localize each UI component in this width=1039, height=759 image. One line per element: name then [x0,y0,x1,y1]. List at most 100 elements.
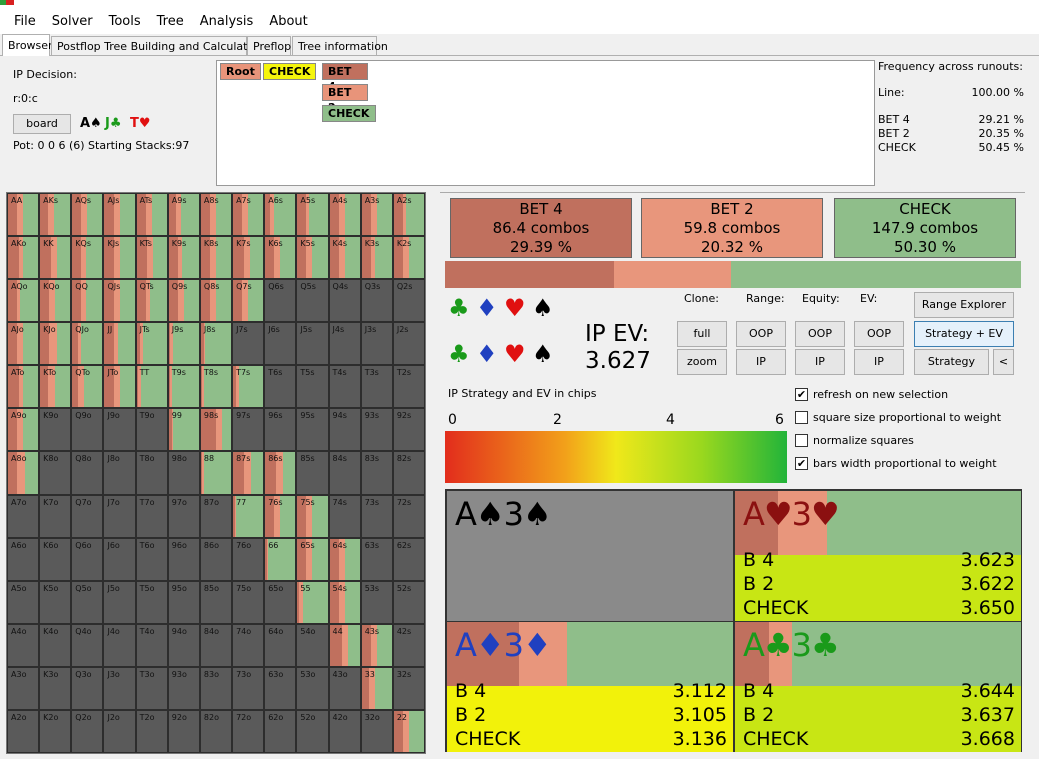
hand-cell-A3o[interactable]: A3o [7,666,40,710]
hand-cell-K4o[interactable]: K4o [39,623,72,667]
equity-ip-button[interactable]: IP [795,349,845,375]
hand-cell-T8s[interactable]: T8s [199,365,233,409]
hand-cell-42s[interactable]: 42s [392,623,425,667]
hand-cell-95o[interactable]: 95o [167,580,200,624]
hand-cell-66[interactable]: 66 [264,537,297,581]
hand-cell-73s[interactable]: 73s [360,494,393,538]
hand-cell-98o[interactable]: 98o [167,451,200,495]
hand-cell-22[interactable]: 22 [392,709,425,753]
hand-cell-43o[interactable]: 43o [328,666,361,710]
hand-cell-83s[interactable]: 83s [360,451,393,495]
hand-cell-86o[interactable]: 86o [199,537,233,581]
hand-cell-92o[interactable]: 92o [167,709,200,753]
tree-node-root[interactable]: Root [220,63,261,80]
hand-cell-J2s[interactable]: J2s [392,322,425,366]
option-square-size[interactable]: square size proportional to weight [795,411,1001,424]
hand-cell-A2o[interactable]: A2o [7,709,40,753]
hand-cell-K5s[interactable]: K5s [296,236,329,280]
runout-cell[interactable]: B 4 3.644 B 2 3.637 CHECK 3.668 A♣3♣ [735,622,1021,752]
hand-cell-T9o[interactable]: T9o [135,408,168,452]
hand-cell-K4s[interactable]: K4s [328,236,361,280]
hand-cell-93o[interactable]: 93o [167,666,200,710]
hand-cell-T4o[interactable]: T4o [135,623,168,667]
hand-cell-AKo[interactable]: AKo [7,236,40,280]
tree-node-check[interactable]: CHECK [263,63,317,80]
hand-cell-52o[interactable]: 52o [296,709,329,753]
hand-cell-64o[interactable]: 64o [264,623,297,667]
suit-filter-spade-icon[interactable]: ♠ [532,340,554,368]
action-summary-bet4[interactable]: BET 4 86.4 combos 29.39 % [450,198,632,258]
hand-cell-55[interactable]: 55 [296,580,329,624]
hand-cell-A9s[interactable]: A9s [167,193,200,237]
hand-cell-K6o[interactable]: K6o [39,537,72,581]
hand-cell-T6s[interactable]: T6s [264,365,297,409]
hand-cell-T3o[interactable]: T3o [135,666,168,710]
hand-cell-Q3o[interactable]: Q3o [71,666,104,710]
hand-cell-KQs[interactable]: KQs [71,236,104,280]
checkbox[interactable] [795,434,808,447]
hand-cell-AQo[interactable]: AQo [7,279,40,323]
range-oop-button[interactable]: OOP [736,321,786,347]
hand-cell-AJo[interactable]: AJo [7,322,40,366]
hand-cell-99[interactable]: 99 [167,408,200,452]
hand-cell-ATo[interactable]: ATo [7,365,40,409]
hand-cell-76s[interactable]: 76s [264,494,297,538]
hand-cell-63o[interactable]: 63o [264,666,297,710]
hand-cell-88[interactable]: 88 [199,451,233,495]
hand-cell-K3o[interactable]: K3o [39,666,72,710]
hand-cell-AQs[interactable]: AQs [71,193,104,237]
menu-file[interactable]: File [6,14,44,29]
tab-tree-information[interactable]: Tree information [292,36,388,55]
hand-cell-J9o[interactable]: J9o [103,408,136,452]
hand-cell-75o[interactable]: 75o [232,580,265,624]
clone-zoom-button[interactable]: zoom [677,349,727,375]
checkbox[interactable] [795,411,808,424]
hand-cell-T2o[interactable]: T2o [135,709,168,753]
hand-cell-62s[interactable]: 62s [392,537,425,581]
hand-cell-83o[interactable]: 83o [199,666,233,710]
hand-cell-JJ[interactable]: JJ [103,322,136,366]
hand-cell-82s[interactable]: 82s [392,451,425,495]
hand-cell-K2s[interactable]: K2s [392,236,425,280]
hand-cell-53s[interactable]: 53s [360,580,393,624]
hand-cell-Q2s[interactable]: Q2s [392,279,425,323]
hand-cell-Q7o[interactable]: Q7o [71,494,104,538]
range-ip-button[interactable]: IP [736,349,786,375]
hand-cell-Q6o[interactable]: Q6o [71,537,104,581]
strategy-button[interactable]: Strategy [914,349,989,375]
hand-cell-85s[interactable]: 85s [296,451,329,495]
hand-cell-52s[interactable]: 52s [392,580,425,624]
hand-cell-Q5o[interactable]: Q5o [71,580,104,624]
hand-cell-Q8o[interactable]: Q8o [71,451,104,495]
hand-cell-Q7s[interactable]: Q7s [232,279,265,323]
hand-cell-QQ[interactable]: QQ [71,279,104,323]
hand-cell-Q5s[interactable]: Q5s [296,279,329,323]
hand-cell-53o[interactable]: 53o [296,666,329,710]
tree-node-bet2[interactable]: BET 2 [322,84,368,114]
hand-cell-85o[interactable]: 85o [199,580,233,624]
hand-cell-82o[interactable]: 82o [199,709,233,753]
hand-cell-A4o[interactable]: A4o [7,623,40,667]
hand-cell-96o[interactable]: 96o [167,537,200,581]
hand-cell-94o[interactable]: 94o [167,623,200,667]
hand-cell-K9s[interactable]: K9s [167,236,200,280]
suit-filter-diamond-icon[interactable]: ♦ [476,340,498,368]
hand-cell-J8o[interactable]: J8o [103,451,136,495]
tab-postflop-tree[interactable]: Postflop Tree Building and Calculations [51,36,270,55]
hand-cell-J7s[interactable]: J7s [232,322,265,366]
hand-cell-T5o[interactable]: T5o [135,580,168,624]
hand-cell-J2o[interactable]: J2o [103,709,136,753]
hand-cell-K7o[interactable]: K7o [39,494,72,538]
tab-browser[interactable]: Browser [2,34,53,56]
hand-cell-64s[interactable]: 64s [328,537,361,581]
hand-cell-84o[interactable]: 84o [199,623,233,667]
hand-cell-K2o[interactable]: K2o [39,709,72,753]
hand-cell-AKs[interactable]: AKs [39,193,72,237]
hand-cell-74o[interactable]: 74o [232,623,265,667]
hand-cell-32o[interactable]: 32o [360,709,393,753]
hand-cell-Q4s[interactable]: Q4s [328,279,361,323]
hand-cell-98s[interactable]: 98s [199,408,233,452]
hand-cell-76o[interactable]: 76o [232,537,265,581]
hand-cell-A4s[interactable]: A4s [328,193,361,237]
hand-cell-44[interactable]: 44 [328,623,361,667]
